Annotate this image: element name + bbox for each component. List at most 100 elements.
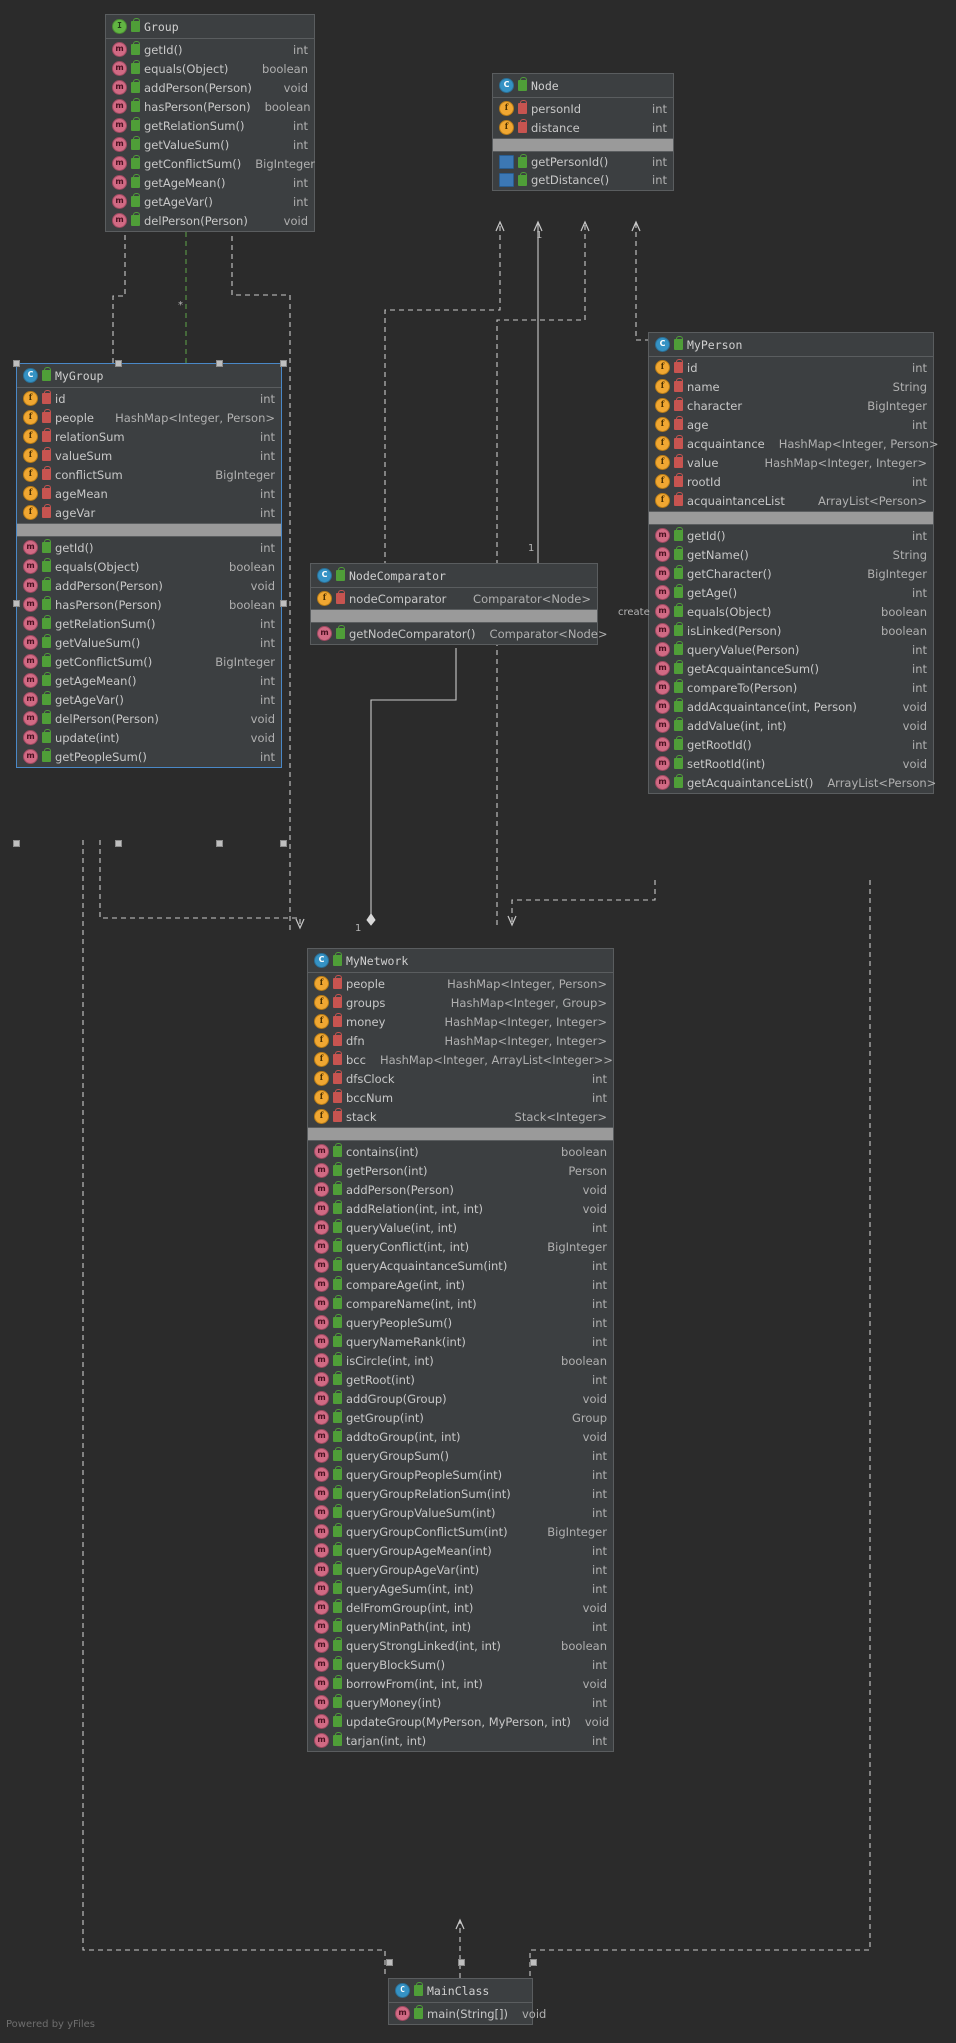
field-row[interactable]: f dfsClock int [308, 1069, 613, 1088]
method-row[interactable]: m getRoot(int) int [308, 1370, 613, 1389]
method-row[interactable]: m queryGroupPeopleSum(int) int [308, 1465, 613, 1484]
method-row[interactable]: m getRelationSum() int [106, 116, 314, 135]
method-row[interactable]: m updateGroup(MyPerson, MyPerson, int) voi… [308, 1712, 613, 1731]
field-row[interactable]: f conflictSum BigInteger [17, 465, 281, 484]
field-row[interactable]: f ageMean int [17, 484, 281, 503]
field-row[interactable]: f groups HashMap<Integer, Group> [308, 993, 613, 1012]
method-row[interactable]: m addPerson(Person) void [308, 1180, 613, 1199]
selection-handle[interactable] [280, 600, 287, 607]
method-row[interactable]: m getRootId() int [649, 735, 933, 754]
method-row[interactable]: m addRelation(int, int, int) void [308, 1199, 613, 1218]
method-row[interactable]: m queryBlockSum() int [308, 1655, 613, 1674]
method-row[interactable]: m getId() int [17, 538, 281, 557]
field-row[interactable]: f personId int [493, 99, 673, 118]
class-node-mainclass[interactable]: C MainClass m main(String[]) void [388, 1978, 546, 2025]
selection-handle[interactable] [280, 840, 287, 847]
method-row[interactable]: m queryValue(Person) int [649, 640, 933, 659]
method-row[interactable]: m queryGroupValueSum(int) int [308, 1503, 613, 1522]
method-row[interactable]: m queryGroupAgeVar(int) int [308, 1560, 613, 1579]
method-row[interactable]: m queryPeopleSum() int [308, 1313, 613, 1332]
method-row[interactable]: m queryValue(int, int) int [308, 1218, 613, 1237]
method-row[interactable]: getDistance() int [493, 171, 673, 189]
method-row[interactable]: m getAgeMean() int [17, 671, 281, 690]
selection-handle[interactable] [280, 360, 287, 367]
field-row[interactable]: f value HashMap<Integer, Integer> [649, 453, 933, 472]
field-row[interactable]: f people HashMap<Integer, Person> [308, 974, 613, 993]
method-row[interactable]: m queryNameRank(int) int [308, 1332, 613, 1351]
method-row[interactable]: m hasPerson(Person) boolean [17, 595, 281, 614]
selection-handle[interactable] [386, 1959, 393, 1966]
field-row[interactable]: f nodeComparator Comparator<Node> [311, 589, 597, 608]
class-node-myperson[interactable]: C MyPerson f id int f name String f character Bi… [648, 332, 939, 794]
field-row[interactable]: f bcc HashMap<Integer, ArrayList<Integer>> [308, 1050, 613, 1069]
method-row[interactable]: m getPeopleSum() int [17, 747, 281, 766]
method-row[interactable]: m addGroup(Group) void [308, 1389, 613, 1408]
field-row[interactable]: f character BigInteger [649, 396, 933, 415]
field-row[interactable]: f age int [649, 415, 933, 434]
method-row[interactable]: m getValueSum() int [106, 135, 314, 154]
method-row[interactable]: m getId() int [649, 526, 933, 545]
field-row[interactable]: f distance int [493, 118, 673, 137]
method-row[interactable]: m queryGroupAgeMean(int) int [308, 1541, 613, 1560]
field-row[interactable]: f people HashMap<Integer, Person> [17, 408, 281, 427]
method-row[interactable]: m tarjan(int, int) int [308, 1731, 613, 1750]
field-row[interactable]: f name String [649, 377, 933, 396]
method-row[interactable]: m borrowFrom(int, int, int) void [308, 1674, 613, 1693]
selection-handle[interactable] [115, 840, 122, 847]
field-row[interactable]: f acquaintanceList ArrayList<Person> [649, 491, 933, 510]
method-row[interactable]: m delPerson(Person) void [17, 709, 281, 728]
method-row[interactable]: m getAge() int [649, 583, 933, 602]
method-row[interactable]: m equals(Object) boolean [649, 602, 933, 621]
field-row[interactable]: f stack Stack<Integer> [308, 1107, 613, 1126]
field-row[interactable]: f money HashMap<Integer, Integer> [308, 1012, 613, 1031]
selection-handle[interactable] [216, 360, 223, 367]
method-row[interactable]: m addValue(int, int) void [649, 716, 933, 735]
method-row[interactable]: m getAgeMean() int [106, 173, 314, 192]
method-row[interactable]: m getValueSum() int [17, 633, 281, 652]
field-row[interactable]: f acquaintance HashMap<Integer, Person> [649, 434, 939, 453]
class-node-mygroup[interactable]: C MyGroup f id int f people HashMap<Integer, … [16, 363, 282, 768]
method-row[interactable]: m getCharacter() BigInteger [649, 564, 933, 583]
method-row[interactable]: m getConflictSum() BigInteger [17, 652, 281, 671]
method-row[interactable]: m queryMoney(int) int [308, 1693, 613, 1712]
method-row[interactable]: m setRootId(int) void [649, 754, 933, 773]
method-row[interactable]: m isLinked(Person) boolean [649, 621, 933, 640]
field-row[interactable]: f bccNum int [308, 1088, 613, 1107]
method-row[interactable]: m addtoGroup(int, int) void [308, 1427, 613, 1446]
field-row[interactable]: f id int [17, 389, 281, 408]
method-row[interactable]: m update(int) void [17, 728, 281, 747]
method-row[interactable]: m delPerson(Person) void [106, 211, 314, 230]
selection-handle[interactable] [13, 600, 20, 607]
method-row[interactable]: m contains(int) boolean [308, 1142, 613, 1161]
selection-handle[interactable] [115, 360, 122, 367]
method-row[interactable]: m getPerson(int) Person [308, 1161, 613, 1180]
method-row[interactable]: m getId() int [106, 40, 314, 59]
method-row[interactable]: m getAgeVar() int [17, 690, 281, 709]
field-row[interactable]: f relationSum int [17, 427, 281, 446]
method-row[interactable]: m getNodeComparator() Comparator<Node> [311, 624, 608, 643]
method-row[interactable]: m equals(Object) boolean [17, 557, 281, 576]
class-node-group[interactable]: I Group m getId() int m equals(Object) boolea… [105, 14, 315, 232]
method-row[interactable]: m queryGroupConflictSum(int) BigInteger [308, 1522, 613, 1541]
field-row[interactable]: f dfn HashMap<Integer, Integer> [308, 1031, 613, 1050]
method-row[interactable]: m hasPerson(Person) boolean [106, 97, 314, 116]
method-row[interactable]: m queryGroupRelationSum(int) int [308, 1484, 613, 1503]
method-row[interactable]: m getName() String [649, 545, 933, 564]
method-row[interactable]: m main(String[]) void [389, 2004, 546, 2023]
method-row[interactable]: m queryMinPath(int, int) int [308, 1617, 613, 1636]
method-row[interactable]: m isCircle(int, int) boolean [308, 1351, 613, 1370]
selection-handle[interactable] [458, 1959, 465, 1966]
method-row[interactable]: m addPerson(Person) void [17, 576, 281, 595]
method-row[interactable]: m queryStrongLinked(int, int) boolean [308, 1636, 613, 1655]
method-row[interactable]: getPersonId() int [493, 153, 673, 171]
method-row[interactable]: m addPerson(Person) void [106, 78, 314, 97]
selection-handle[interactable] [13, 360, 20, 367]
class-node-mynetwork[interactable]: C MyNetwork f people HashMap<Integer, Pers… [307, 948, 614, 1752]
diagram-canvas[interactable]: Group (green solid triangle = implements… [0, 0, 956, 2043]
method-row[interactable]: m getRelationSum() int [17, 614, 281, 633]
method-row[interactable]: m getAcquaintanceList() ArrayList<Person> [649, 773, 936, 792]
selection-handle[interactable] [216, 840, 223, 847]
method-row[interactable]: m queryAgeSum(int, int) int [308, 1579, 613, 1598]
method-row[interactable]: m queryConflict(int, int) BigInteger [308, 1237, 613, 1256]
method-row[interactable]: m compareName(int, int) int [308, 1294, 613, 1313]
